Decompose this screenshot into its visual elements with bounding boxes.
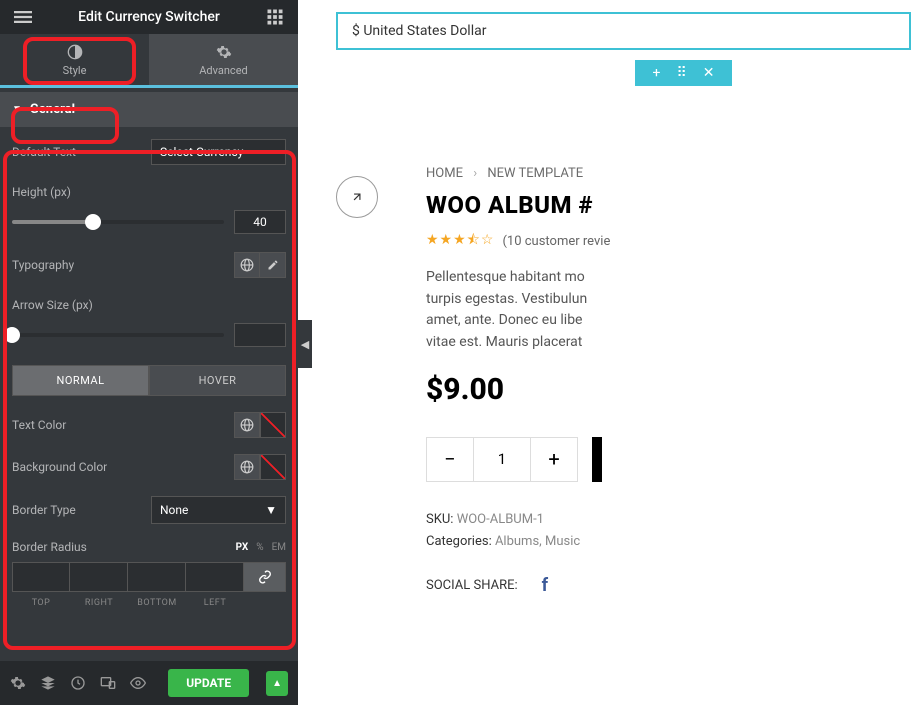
text-color-swatch[interactable] [260,412,286,438]
category-link[interactable]: Music [545,534,580,549]
qty-plus-button[interactable]: + [530,437,578,482]
collapse-panel-button[interactable]: ◀ [298,320,312,368]
qty-minus-button[interactable]: − [426,437,474,482]
apps-icon[interactable] [266,8,284,26]
reviews-link[interactable]: (10 customer revie [502,234,610,249]
default-text-label: Default Text [12,145,76,159]
unit-pct[interactable]: % [256,542,263,553]
section-general[interactable]: ▼ General [0,92,298,127]
update-options-button[interactable]: ▲ [266,671,288,696]
expand-image-button[interactable] [336,176,378,218]
radius-left-input[interactable] [186,562,244,592]
update-button[interactable]: UPDATE [168,669,249,697]
arrow-size-label: Arrow Size (px) [12,298,93,312]
radius-top-label: TOP [12,598,70,608]
height-slider[interactable] [12,220,224,224]
globe-icon[interactable] [234,412,260,438]
gear-icon [216,44,232,60]
typography-label: Typography [12,258,74,272]
currency-switcher[interactable]: $ United States Dollar [336,12,911,50]
categories-label: Categories: [426,534,492,549]
eye-icon[interactable] [130,675,146,691]
responsive-icon[interactable] [100,675,116,691]
radius-top-input[interactable] [12,562,70,592]
unit-px[interactable]: PX [236,542,249,553]
chevron-down-icon: ▼ [265,503,277,517]
breadcrumb-home[interactable]: HOME [426,166,463,181]
layers-icon[interactable] [40,675,56,691]
edit-icon[interactable] [260,252,286,278]
breadcrumb: HOME › NEW TEMPLATE [426,166,911,181]
height-label: Height (px) [12,185,71,199]
drag-section-icon[interactable]: ⠿ [668,63,694,83]
breadcrumb-page[interactable]: NEW TEMPLATE [487,166,583,181]
bg-color-label: Background Color [12,460,107,474]
hover-toggle[interactable]: HOVER [149,365,286,396]
product-description: Pellentesque habitant mo turpis egestas.… [426,267,911,354]
panel-title: Edit Currency Switcher [78,9,220,25]
height-value-input[interactable] [234,210,286,234]
style-icon [67,44,83,60]
link-icon[interactable] [244,562,286,592]
add-to-cart-button[interactable] [592,437,602,482]
globe-icon[interactable] [234,252,260,278]
sku-value: WOO-ALBUM-1 [457,512,544,527]
menu-icon[interactable] [14,8,32,26]
qty-input[interactable] [474,437,530,482]
text-color-label: Text Color [12,418,66,432]
radius-left-label: LEFT [186,598,244,608]
chevron-right-icon: › [473,166,477,181]
arrow-size-slider[interactable] [12,333,224,337]
arrow-size-input[interactable] [234,323,286,347]
bg-color-swatch[interactable] [260,454,286,480]
unit-em[interactable]: EM [272,542,286,553]
caret-down-icon: ▼ [12,104,22,115]
add-section-button[interactable]: + [645,63,669,83]
gear-icon[interactable] [10,675,26,691]
product-title: WOO ALBUM # [426,191,911,219]
star-rating: ★★★⯪☆ [426,229,494,253]
normal-toggle[interactable]: NORMAL [12,365,149,396]
border-radius-label: Border Radius [12,540,87,554]
product-price: $9.00 [426,372,911,407]
sku-label: SKU: [426,512,453,527]
radius-right-input[interactable] [70,562,128,592]
radius-right-label: RIGHT [70,598,128,608]
border-type-select[interactable]: None ▼ [151,496,286,524]
globe-icon[interactable] [234,454,260,480]
tab-style[interactable]: Style [0,34,149,85]
radius-bottom-label: BOTTOM [128,598,186,608]
tab-advanced[interactable]: Advanced [149,34,298,85]
default-text-input[interactable] [151,139,286,165]
history-icon[interactable] [70,675,86,691]
border-type-label: Border Type [12,503,76,517]
facebook-icon[interactable]: f [542,575,548,596]
category-link[interactable]: Albums [495,534,539,549]
close-section-button[interactable]: ✕ [695,63,723,83]
social-share-label: SOCIAL SHARE: [426,578,518,593]
radius-bottom-input[interactable] [128,562,186,592]
